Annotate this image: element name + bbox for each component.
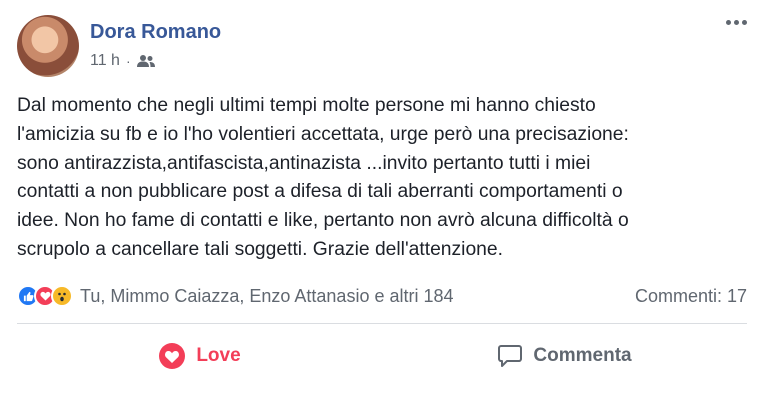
post-meta: 11 h · (90, 52, 155, 70)
reactions-bar: Tu, Mimmo Caiazza, Enzo Attanasio e altr… (17, 283, 747, 309)
reaction-icons (17, 285, 73, 307)
facebook-post: Dora Romano 11 h · Dal momento che negli… (0, 0, 767, 394)
comment-icon (498, 345, 523, 367)
love-button-label: Love (196, 345, 241, 366)
post-time[interactable]: 11 h (90, 52, 120, 70)
post-actions: Love Commenta (17, 330, 747, 382)
more-options-icon[interactable] (726, 20, 747, 25)
meta-separator: · (125, 53, 131, 69)
love-reaction-icon (159, 343, 186, 369)
comment-button[interactable]: Commenta (382, 330, 747, 382)
reaction-names: Tu, Mimmo Caiazza, Enzo Attanasio e altr… (80, 285, 454, 306)
comment-button-label: Commenta (533, 345, 632, 366)
post-text: Dal momento che negli ultimi tempi molte… (17, 95, 629, 260)
love-button[interactable]: Love (17, 330, 382, 382)
reactions-summary[interactable]: Tu, Mimmo Caiazza, Enzo Attanasio e altr… (17, 285, 454, 307)
comments-count[interactable]: Commenti: 17 (635, 286, 747, 307)
divider (17, 323, 747, 324)
author-name[interactable]: Dora Romano (90, 21, 221, 44)
avatar[interactable] (17, 15, 79, 77)
wow-icon (51, 285, 73, 307)
friends-audience-icon[interactable] (136, 54, 155, 68)
